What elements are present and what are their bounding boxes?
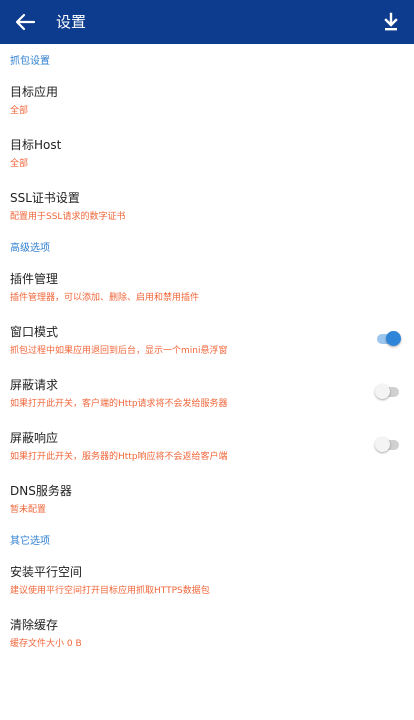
setting-label: 屏蔽响应 (10, 431, 59, 445)
setting-target-app[interactable]: 目标应用 全部 (0, 72, 414, 125)
setting-label: 清除缓存 (10, 618, 59, 632)
setting-label: 插件管理 (10, 272, 59, 286)
setting-label: 窗口模式 (10, 325, 59, 339)
page-title: 设置 (56, 13, 87, 31)
window-mode-toggle[interactable] (377, 331, 401, 346)
setting-summary: 如果打开此开关，客户端的Http请求将不会发给服务器 (10, 399, 228, 409)
setting-summary: 抓包过程中如果应用退回到后台，显示一个mini悬浮窗 (10, 346, 228, 356)
setting-dns-server[interactable]: DNS服务器 暂未配置 (0, 471, 414, 524)
download-icon[interactable] (382, 12, 400, 32)
section-header-advanced: 高级选项 (10, 243, 50, 254)
toggle-knob (375, 437, 390, 452)
block-request-toggle[interactable] (375, 384, 399, 399)
setting-label: SSL证书设置 (10, 191, 80, 205)
settings-list: 抓包设置 目标应用 全部 目标Host 全部 SSL证书设置 配置用于SSL请求… (0, 44, 414, 658)
setting-install-parallel-space[interactable]: 安装平行空间 建议使用平行空间打开目标应用抓取HTTPS数据包 (0, 552, 414, 605)
setting-block-response[interactable]: 屏蔽响应 如果打开此开关，服务器的Http响应将不会返给客户端 (0, 418, 414, 471)
setting-ssl-cert[interactable]: SSL证书设置 配置用于SSL请求的数字证书 (0, 178, 414, 231)
block-response-toggle[interactable] (375, 437, 399, 452)
setting-label: 屏蔽请求 (10, 378, 59, 392)
setting-target-host[interactable]: 目标Host 全部 (0, 125, 414, 178)
setting-label: 目标应用 (10, 85, 59, 99)
setting-summary: 全部 (10, 159, 29, 169)
setting-summary: 插件管理器，可以添加、删除、启用和禁用插件 (10, 293, 200, 303)
setting-label: 目标Host (10, 138, 62, 152)
app-bar: 设置 (0, 0, 414, 44)
setting-window-mode[interactable]: 窗口模式 抓包过程中如果应用退回到后台，显示一个mini悬浮窗 (0, 312, 414, 365)
setting-label: DNS服务器 (10, 484, 72, 498)
setting-summary: 暂未配置 (10, 505, 47, 515)
toggle-knob (386, 331, 401, 346)
setting-summary: 全部 (10, 106, 29, 116)
setting-plugin-manager[interactable]: 插件管理 插件管理器，可以添加、删除、启用和禁用插件 (0, 259, 414, 312)
toggle-knob (375, 384, 390, 399)
setting-label: 安装平行空间 (10, 565, 83, 579)
setting-summary: 建议使用平行空间打开目标应用抓取HTTPS数据包 (10, 586, 210, 596)
section-header-capture: 抓包设置 (10, 56, 50, 67)
section-header-other: 其它选项 (10, 536, 50, 547)
setting-summary: 配置用于SSL请求的数字证书 (10, 212, 126, 222)
setting-block-request[interactable]: 屏蔽请求 如果打开此开关，客户端的Http请求将不会发给服务器 (0, 365, 414, 418)
setting-summary: 如果打开此开关，服务器的Http响应将不会返给客户端 (10, 452, 228, 462)
back-arrow-icon[interactable] (14, 12, 36, 32)
setting-clear-cache[interactable]: 清除缓存 缓存文件大小 0 B (0, 605, 414, 658)
setting-summary: 缓存文件大小 0 B (10, 639, 82, 649)
